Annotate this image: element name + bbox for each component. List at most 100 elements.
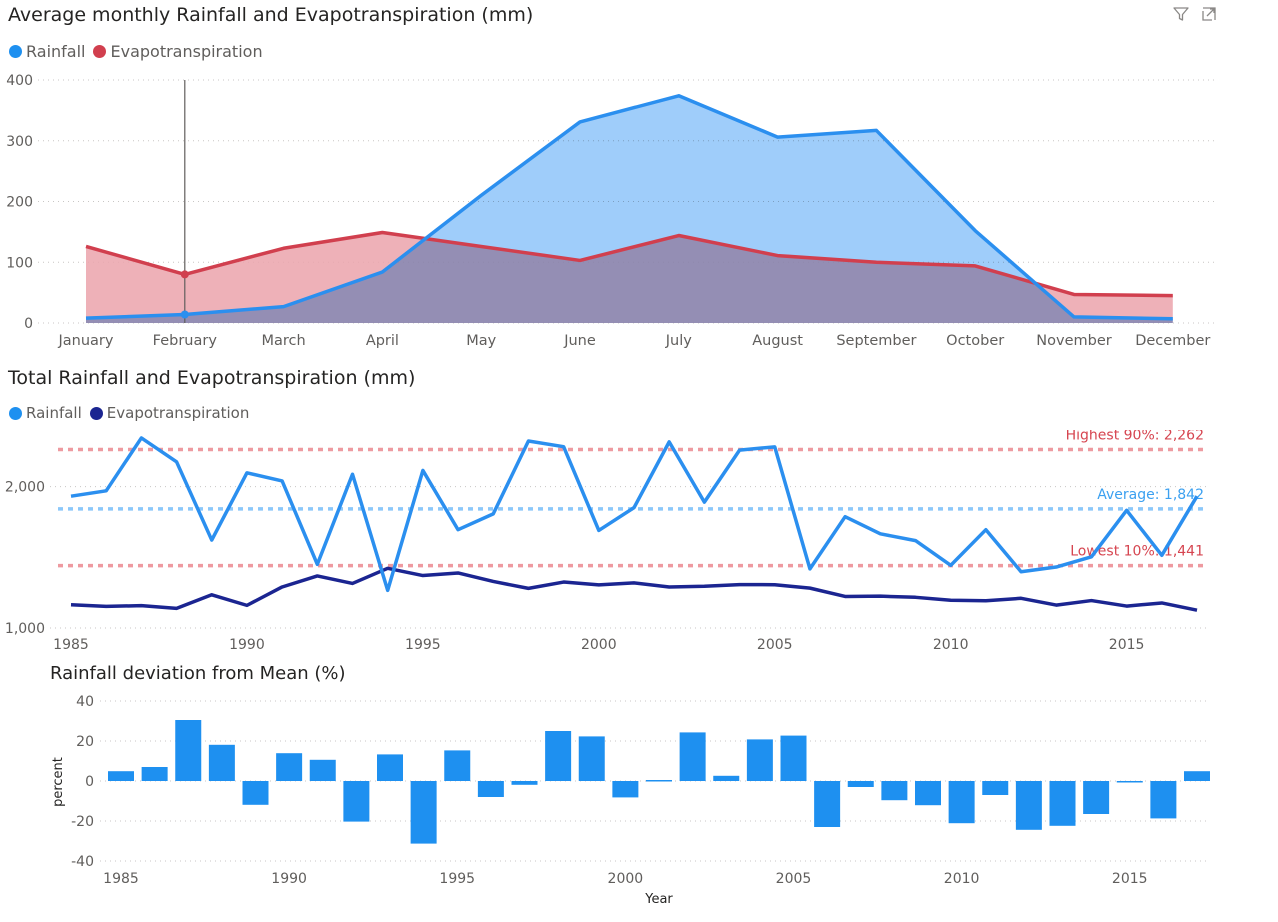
y-tick-label: 300 bbox=[6, 134, 33, 150]
legend-evapotranspiration-label: Evapotranspiration bbox=[110, 42, 263, 61]
reference-label: Highest 90%: 2,262 bbox=[1066, 430, 1204, 444]
x-tick-label: 2010 bbox=[933, 637, 969, 653]
legend2-evapotranspiration-label: Evapotranspiration bbox=[106, 404, 250, 422]
bar[interactable] bbox=[1015, 781, 1042, 830]
x-axis-title: Year bbox=[644, 892, 673, 907]
bar[interactable] bbox=[242, 781, 269, 805]
x-tick-label: April bbox=[366, 333, 399, 349]
rainfall-line bbox=[70, 436, 1199, 593]
bar[interactable] bbox=[1184, 771, 1210, 781]
bar[interactable] bbox=[713, 775, 740, 781]
bar[interactable] bbox=[276, 753, 303, 781]
x-tick-label: 2010 bbox=[944, 871, 980, 887]
bar[interactable] bbox=[343, 781, 370, 822]
y-tick-label: 20 bbox=[76, 734, 94, 750]
y-tick-label: 100 bbox=[6, 255, 33, 271]
x-tick-label: June bbox=[563, 333, 596, 349]
y-tick-label: 400 bbox=[6, 73, 33, 89]
x-tick-label: 2000 bbox=[608, 871, 644, 887]
legend2-evapotranspiration-marker bbox=[89, 406, 103, 420]
bar[interactable] bbox=[881, 781, 908, 801]
bar[interactable] bbox=[1049, 781, 1076, 826]
x-tick-label: 2005 bbox=[757, 637, 793, 653]
deviation-bar-chart[interactable]: -40 -20 0 20 40 1985 1990 1995 2000 2005 2010 2015 Y… bbox=[0, 690, 1278, 922]
x-tick-label: August bbox=[752, 333, 803, 349]
bar[interactable] bbox=[679, 732, 706, 781]
bar[interactable] bbox=[982, 781, 1009, 795]
bar[interactable] bbox=[309, 759, 336, 781]
x-tick-label: October bbox=[946, 333, 1004, 349]
x-tick-label: May bbox=[466, 333, 496, 349]
bar[interactable] bbox=[208, 744, 235, 781]
legend2-rainfall-marker bbox=[9, 406, 22, 420]
y-tick-label: 1,000 bbox=[5, 621, 45, 637]
legend2-rainfall-label: Rainfall bbox=[26, 404, 82, 422]
legend-rainfall[interactable]: Rainfall bbox=[9, 42, 85, 61]
legend-rainfall-label: Rainfall bbox=[26, 42, 86, 61]
x-tick-label: February bbox=[153, 333, 218, 349]
x-tick-label: 1995 bbox=[405, 637, 441, 653]
chart2-title: Total Rainfall and Evapotranspiration (m… bbox=[8, 367, 416, 389]
rainfall-point bbox=[180, 310, 189, 319]
x-tick-label: 2015 bbox=[1112, 871, 1148, 887]
bar[interactable] bbox=[814, 781, 841, 827]
x-tick-label: November bbox=[1036, 333, 1111, 349]
x-tick-label: 2000 bbox=[581, 637, 617, 653]
chart2-legend: Rainfall Evapotranspiration bbox=[9, 404, 257, 422]
y-tick-label: -40 bbox=[71, 854, 94, 870]
bar[interactable] bbox=[746, 739, 773, 781]
focus-mode-icon[interactable] bbox=[1200, 5, 1218, 23]
bar[interactable] bbox=[410, 781, 437, 844]
chart1-legend: Rainfall Evapotranspiration bbox=[9, 42, 271, 61]
legend-evapotranspiration-marker bbox=[93, 45, 107, 58]
bar[interactable] bbox=[545, 731, 572, 781]
x-tick-label: 1985 bbox=[103, 871, 139, 887]
y-tick-label: 0 bbox=[85, 774, 94, 790]
x-tick-label: 2005 bbox=[776, 871, 812, 887]
monthly-area-chart[interactable]: 0 100 200 300 400 January February March April Ma… bbox=[0, 60, 1278, 360]
legend-evapotranspiration[interactable]: Evapotranspiration bbox=[93, 42, 263, 61]
y-tick-label: 2,000 bbox=[5, 480, 45, 496]
bar[interactable] bbox=[377, 754, 403, 781]
y-tick-label: -20 bbox=[71, 814, 94, 830]
bar[interactable] bbox=[141, 767, 168, 781]
bar[interactable] bbox=[948, 781, 975, 824]
bar[interactable] bbox=[780, 735, 807, 781]
chart1-title: Average monthly Rainfall and Evapotransp… bbox=[8, 4, 534, 26]
bar[interactable] bbox=[511, 781, 538, 785]
bar[interactable] bbox=[1150, 781, 1177, 819]
x-tick-label: 1995 bbox=[439, 871, 475, 887]
legend-rainfall-marker bbox=[9, 45, 22, 58]
bar[interactable] bbox=[578, 736, 605, 781]
x-tick-label: January bbox=[58, 333, 114, 349]
x-tick-label: 1990 bbox=[229, 637, 265, 653]
bar[interactable] bbox=[1116, 781, 1143, 783]
legend2-evapotranspiration[interactable]: Evapotranspiration bbox=[89, 404, 250, 422]
bar[interactable] bbox=[847, 781, 874, 787]
bar[interactable] bbox=[477, 781, 504, 797]
y-tick-label: 40 bbox=[76, 694, 94, 710]
filter-icon[interactable] bbox=[1172, 5, 1190, 23]
x-tick-label: 1990 bbox=[271, 871, 307, 887]
x-tick-label: 2015 bbox=[1109, 637, 1145, 653]
chart3-title: Rainfall deviation from Mean (%) bbox=[50, 663, 346, 684]
evapotranspiration-line bbox=[70, 566, 1198, 612]
x-tick-label: July bbox=[665, 333, 692, 349]
bar[interactable] bbox=[175, 720, 202, 781]
bar[interactable] bbox=[612, 781, 639, 798]
y-tick-label: 0 bbox=[24, 316, 33, 332]
bar[interactable] bbox=[1083, 781, 1110, 814]
yearly-line-chart[interactable]: 1,000 2,000 Highest 90%: 2,262 Average: 1,8… bbox=[0, 430, 1278, 660]
x-tick-label: 1985 bbox=[53, 637, 89, 653]
y-axis-title: percent bbox=[51, 757, 66, 807]
legend2-rainfall[interactable]: Rainfall bbox=[9, 404, 82, 422]
bar[interactable] bbox=[108, 771, 134, 781]
x-tick-label: December bbox=[1135, 333, 1210, 349]
x-tick-label: September bbox=[836, 333, 916, 349]
bar[interactable] bbox=[444, 750, 471, 781]
bar[interactable] bbox=[915, 781, 941, 806]
evapotranspiration-point bbox=[180, 270, 189, 279]
x-tick-label: March bbox=[261, 333, 305, 349]
bar[interactable] bbox=[646, 780, 672, 782]
reference-label: Average: 1,842 bbox=[1097, 487, 1204, 503]
